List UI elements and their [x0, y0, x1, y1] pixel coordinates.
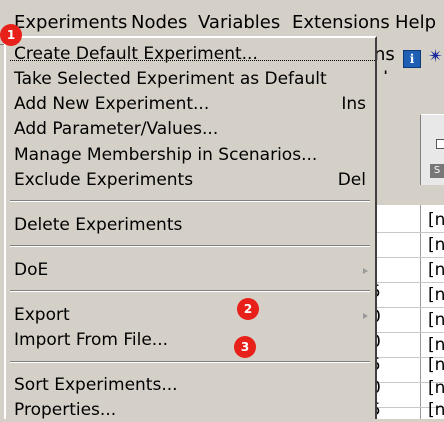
menu-item-label: Sort Experiments... — [14, 375, 178, 395]
column-header-label: S — [430, 164, 444, 178]
menu-item-take-selected-as-default[interactable]: Take Selected Experiment as Default — [14, 67, 374, 91]
menu-item-export[interactable]: Export — [14, 303, 374, 327]
checkbox-icon[interactable] — [436, 139, 444, 149]
menu-item-sort-experiments[interactable]: Sort Experiments... — [14, 373, 374, 397]
menu-item-label: Create Default Experiment... — [14, 44, 258, 64]
menu-separator — [10, 361, 370, 363]
menu-item-manage-membership[interactable]: Manage Membership in Scenarios... — [14, 143, 374, 167]
grid-cell[interactable]: [n — [428, 310, 444, 330]
menu-item-exclude-experiments[interactable]: Exclude Experiments Del — [14, 168, 374, 192]
menu-item-shortcut: Del — [337, 170, 366, 190]
grid-row-separator — [372, 332, 444, 333]
grid-cell[interactable]: [n — [428, 285, 444, 305]
menu-variables[interactable]: Variables — [198, 12, 280, 34]
menu-help[interactable]: Help — [395, 12, 436, 34]
menu-item-label: DoE — [14, 260, 49, 280]
menu-item-label: Add Parameter/Values... — [14, 119, 219, 139]
tool-icon[interactable]: ✴ — [428, 48, 444, 66]
grid-cell[interactable]: [n — [428, 378, 444, 398]
grid-row-separator — [372, 282, 444, 283]
menu-item-add-parameter-values[interactable]: Add Parameter/Values... — [14, 117, 374, 141]
grid-cell[interactable]: [n — [428, 335, 444, 355]
submenu-arrow-icon — [363, 313, 368, 319]
grid-cell[interactable]: [n — [428, 355, 444, 375]
menu-item-import-from-file[interactable]: Import From File... — [14, 328, 374, 352]
menu-separator — [10, 200, 370, 202]
menu-extensions[interactable]: Extensions — [292, 12, 390, 34]
toolbar-text-fragment: ns — [374, 44, 395, 65]
menu-item-label: Manage Membership in Scenarios... — [14, 145, 318, 165]
menu-separator — [10, 290, 370, 292]
info-icon[interactable]: i — [403, 50, 421, 68]
annotation-badge: 2 — [237, 298, 259, 320]
annotation-badge: 3 — [234, 336, 256, 358]
menu-item-label: Properties... — [14, 400, 117, 420]
grid-cell[interactable]: [n — [428, 400, 444, 420]
menu-item-doe[interactable]: DoE — [14, 258, 374, 282]
menu-item-label: Take Selected Experiment as Default — [14, 69, 327, 89]
menu-item-shortcut: Ins — [341, 94, 366, 114]
menu-experiments[interactable]: Experiments — [14, 12, 127, 34]
annotation-badge: 1 — [0, 24, 22, 46]
grid-cell[interactable]: [n — [428, 210, 444, 230]
grid-row-separator — [372, 307, 444, 308]
menu-item-delete-experiments[interactable]: Delete Experiments — [14, 213, 374, 237]
menu-item-label: Import From File... — [14, 330, 169, 350]
submenu-arrow-icon — [363, 268, 368, 274]
grid-row-separator — [372, 257, 444, 258]
menu-item-label: Delete Experiments — [14, 215, 183, 235]
menu-item-add-new-experiment[interactable]: Add New Experiment... Ins — [14, 92, 374, 116]
menu-separator — [10, 245, 370, 247]
grid-cell[interactable]: [n — [428, 260, 444, 280]
menu-nodes[interactable]: Nodes — [131, 12, 187, 34]
menu-item-create-default-experiment[interactable]: Create Default Experiment... — [14, 42, 374, 66]
menu-item-properties[interactable]: Properties... — [14, 398, 374, 422]
grid-column-separator — [420, 205, 421, 419]
menu-item-label: Exclude Experiments — [14, 170, 194, 190]
grid-row-separator — [372, 232, 444, 233]
grid-cell[interactable]: [n — [428, 235, 444, 255]
experiments-dropdown-menu: Create Default Experiment... Take Select… — [4, 36, 377, 422]
menu-item-label: Add New Experiment... — [14, 94, 210, 114]
menu-item-label: Export — [14, 305, 70, 325]
